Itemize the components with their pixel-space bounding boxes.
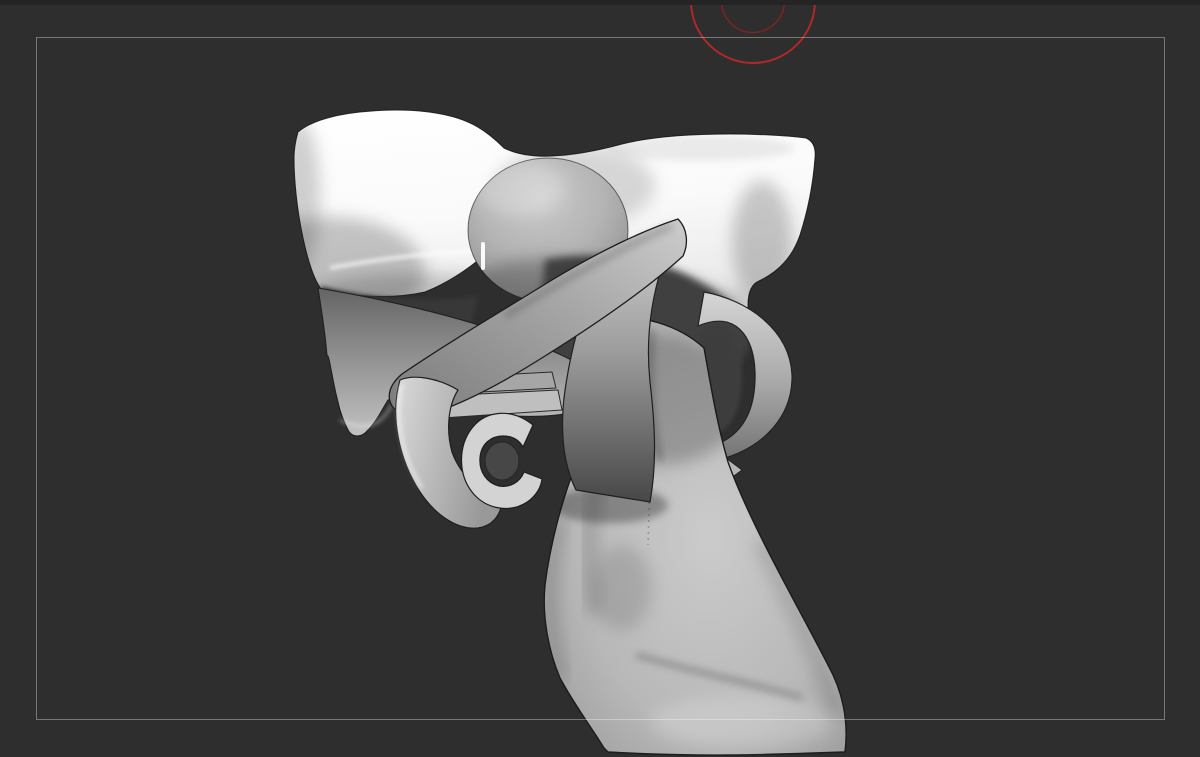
top-edge-strip: [0, 0, 1200, 5]
crest-dome-gap-highlight: [481, 242, 485, 270]
sculpt-viewport[interactable]: [0, 0, 1200, 757]
sculpt-app-window: [0, 0, 1200, 757]
hook-hole: [484, 441, 520, 481]
